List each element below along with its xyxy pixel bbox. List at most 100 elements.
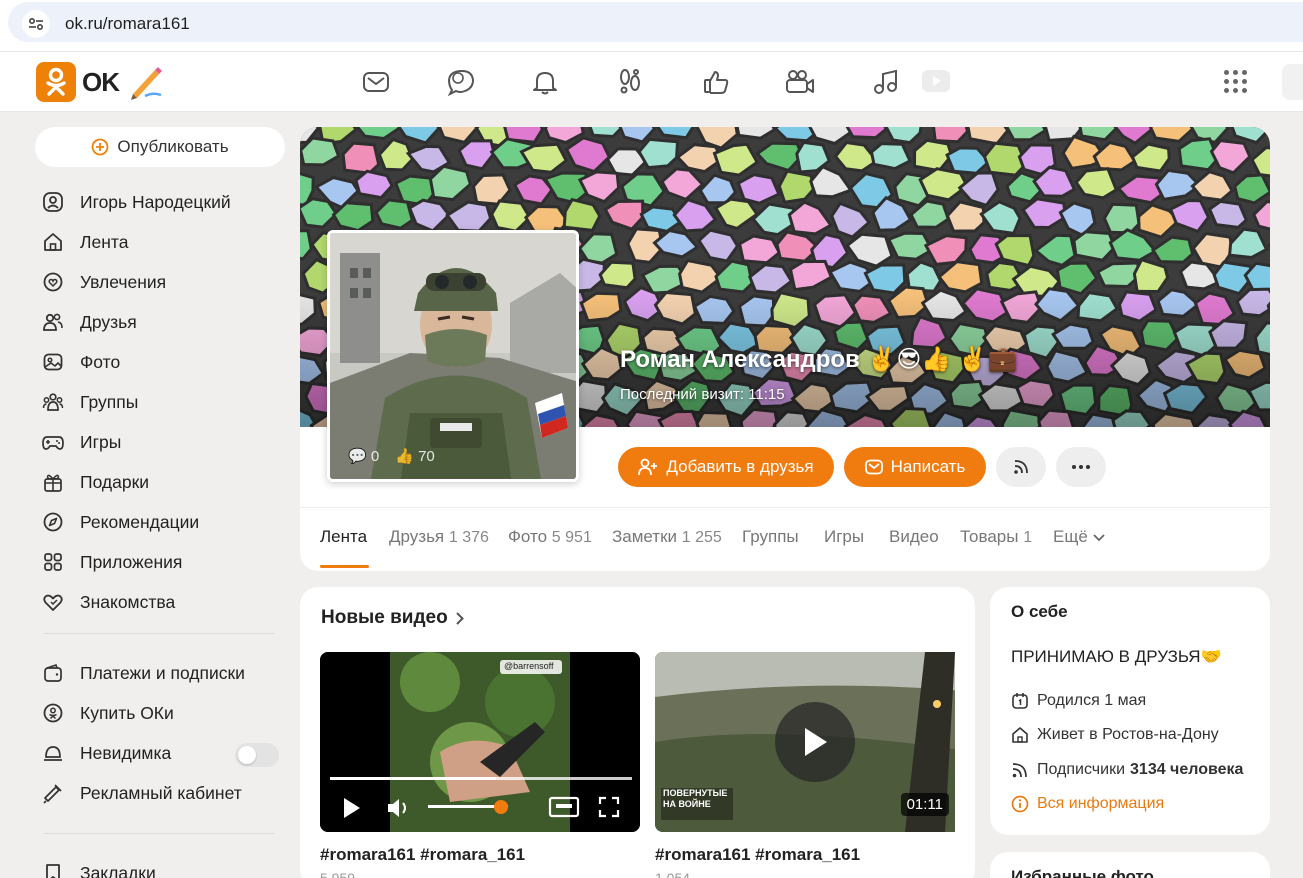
sidebar-item-photo[interactable]: Фото [42, 347, 120, 377]
sidebar-item-invisible[interactable]: Невидимка [42, 738, 171, 768]
sidebar-item-label: Игры [80, 431, 122, 452]
tab-count: 5 951 [551, 529, 592, 546]
video-1-progress-fill [330, 777, 497, 780]
sidebar-item-apps[interactable]: Приложения [42, 547, 182, 577]
tab-friends[interactable]: Друзья 1 376 [389, 527, 489, 547]
sidebar-item-label: Группы [80, 391, 139, 412]
pencil-icon [131, 67, 162, 100]
guests-icon[interactable] [614, 66, 646, 98]
tab-count: 1 [1023, 529, 1033, 546]
sidebar-item-label: Платежи и подписки [80, 662, 245, 683]
write-message-button[interactable]: Написать [844, 447, 986, 487]
ok-logo[interactable]: OK [36, 62, 165, 102]
tab-goods[interactable]: Товары 1 [960, 527, 1032, 547]
sidebar-item-dating[interactable]: Знакомства [42, 587, 175, 617]
sidebar-item-label: Подарки [80, 471, 150, 492]
sidebar-item-gifts[interactable]: Подарки [42, 467, 149, 497]
omnibox[interactable]: ok.ru/romara161 [8, 2, 1303, 42]
sidebar-item-hobbies[interactable]: Увлечения [42, 267, 166, 297]
video-icon[interactable] [920, 65, 952, 97]
fullscreen-icon[interactable] [598, 796, 620, 818]
apps-grid-icon[interactable] [1222, 68, 1250, 96]
sidebar-item-recommendations[interactable]: Рекомендации [42, 507, 199, 537]
video-1-views: 5 959 [320, 870, 356, 878]
mail-icon[interactable] [360, 66, 392, 98]
video-1-watermark: @barrensoff [504, 661, 554, 671]
sidebar-item-games[interactable]: Игры [42, 427, 121, 457]
profile-avatar[interactable]: 💬 0 👍 70 [327, 230, 579, 482]
browser-address-bar: ok.ru/romara161 [0, 0, 1303, 52]
sidebar-item-groups[interactable]: Группы [42, 387, 138, 417]
about-all-info-link[interactable]: Вся информация [1011, 792, 1164, 816]
play-icon[interactable] [342, 796, 362, 820]
tab-label: Заметки [612, 527, 678, 546]
sidebar-item-label: Знакомства [80, 591, 176, 612]
video-1-progress-bar[interactable] [330, 777, 632, 780]
gamepad-icon [42, 436, 64, 450]
sidebar-item-payments[interactable]: Платежи и подписки [42, 658, 245, 688]
ok-logo-icon [36, 62, 76, 102]
tab-video[interactable]: Видео [889, 527, 939, 547]
sidebar-item-feed[interactable]: Лента [42, 227, 128, 257]
invisible-toggle[interactable] [235, 743, 279, 767]
subscribe-button[interactable] [996, 447, 1046, 487]
about-all-info-text: Вся информация [1037, 795, 1165, 812]
sidebar-item-bookmarks[interactable]: Закладки [42, 858, 156, 878]
invisible-icon [44, 746, 62, 761]
video-1-caption[interactable]: #romara161 #romara_161 [320, 845, 525, 865]
sidebar-item-label: Невидимка [80, 742, 172, 763]
video-thumbnail-1[interactable]: @barrensoff [320, 652, 640, 832]
tab-feed[interactable]: Лента [320, 527, 367, 547]
tab-label: Ещё [1053, 527, 1088, 546]
tab-photo[interactable]: Фото 5 951 [508, 527, 592, 547]
home-icon [1012, 727, 1028, 743]
plus-circle-icon [92, 138, 109, 156]
sidebar-item-label: Увлечения [80, 271, 167, 292]
sidebar-item-profile[interactable]: Игорь Народецкий [42, 187, 231, 217]
sidebar-item-label: Фото [80, 351, 121, 372]
video-thumbnail-2[interactable]: ПОВЕРНУТЫЕ НА ВОЙНЕ 01:11 [655, 652, 955, 832]
sidebar-item-label: Друзья [80, 311, 137, 332]
music-icon[interactable] [869, 66, 901, 98]
user-icon [43, 192, 63, 212]
tabs-separator [300, 507, 1270, 508]
sidebar-item-label: Игорь Народецкий [80, 191, 231, 212]
info-icon [1011, 795, 1029, 813]
tab-more[interactable]: Ещё [1053, 527, 1105, 547]
site-settings-icon[interactable] [22, 10, 50, 38]
tab-notes[interactable]: Заметки 1 255 [612, 527, 722, 547]
video-2-caption[interactable]: #romara161 #romara_161 [655, 845, 860, 865]
compass-icon [43, 512, 63, 532]
tab-games[interactable]: Игры [824, 527, 864, 547]
user-menu-button[interactable] [1282, 64, 1303, 100]
sidebar-item-friends[interactable]: Друзья [42, 307, 137, 337]
url-text[interactable]: ok.ru/romara161 [65, 14, 190, 34]
tab-groups[interactable]: Группы [742, 527, 799, 547]
about-city: Живет в Ростов-на-Дону [1011, 723, 1219, 747]
video-2-duration: 01:11 [900, 793, 949, 816]
more-options-button[interactable] [1056, 447, 1106, 487]
miniplayer-icon[interactable] [548, 796, 580, 818]
home-icon [44, 233, 62, 251]
sidebar-item-ads-cabinet[interactable]: Рекламный кабинет [42, 778, 242, 808]
play-icon [805, 728, 827, 756]
avatar-likes[interactable]: 👍 70 [395, 447, 435, 465]
volume-knob[interactable] [494, 800, 508, 814]
about-subscribers[interactable]: Подписчики 3134 человека [1011, 758, 1243, 782]
tab-count: 1 255 [681, 529, 722, 546]
apps-icon [44, 553, 62, 571]
volume-icon[interactable] [386, 796, 412, 820]
chevron-down-icon [1092, 534, 1105, 542]
new-videos-title[interactable]: Новые видео [321, 607, 464, 629]
chat-icon[interactable] [445, 66, 477, 98]
play-button[interactable] [775, 702, 855, 782]
add-friend-button[interactable]: Добавить в друзья [618, 447, 834, 487]
bell-icon[interactable] [529, 66, 561, 98]
camera-icon[interactable] [784, 66, 816, 98]
wallet-icon [44, 663, 62, 682]
like-icon[interactable] [700, 66, 732, 98]
publish-button[interactable]: Опубликовать [35, 127, 285, 167]
avatar-comments[interactable]: 💬 0 [348, 447, 379, 465]
add-user-icon [638, 458, 658, 476]
sidebar-item-buy-oki[interactable]: Купить ОКи [42, 698, 174, 728]
